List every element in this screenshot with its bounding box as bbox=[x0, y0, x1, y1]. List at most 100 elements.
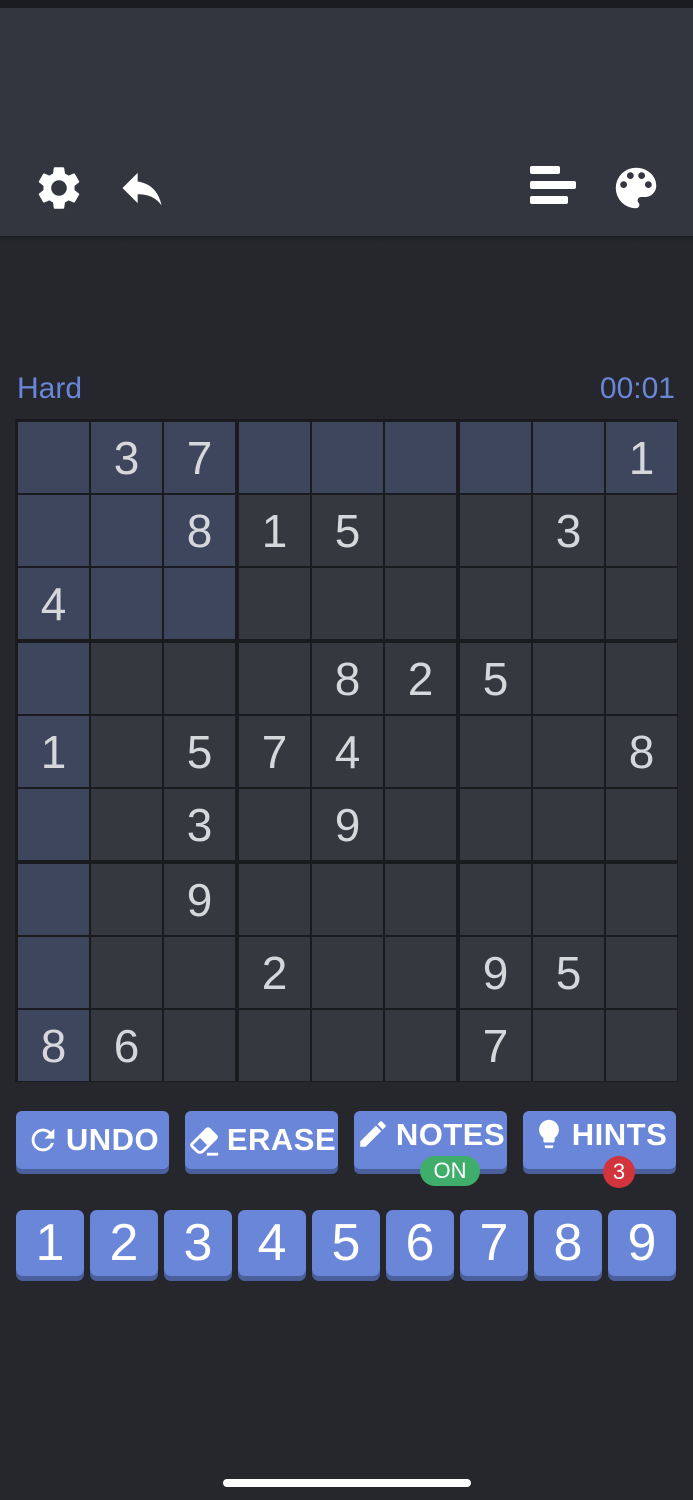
sudoku-cell[interactable] bbox=[18, 495, 89, 566]
sudoku-cell[interactable] bbox=[385, 422, 456, 493]
number-button-8[interactable]: 8 bbox=[534, 1210, 602, 1276]
sudoku-cell[interactable] bbox=[606, 568, 677, 639]
sudoku-cell[interactable] bbox=[164, 643, 235, 714]
sudoku-cell[interactable] bbox=[385, 789, 456, 860]
sudoku-cell[interactable] bbox=[606, 495, 677, 566]
undo-label: UNDO bbox=[65, 1122, 160, 1157]
sudoku-cell[interactable] bbox=[533, 422, 604, 493]
sudoku-cell[interactable] bbox=[385, 864, 456, 935]
sudoku-cell[interactable] bbox=[91, 495, 162, 566]
sudoku-cell[interactable] bbox=[385, 716, 456, 787]
sudoku-cell[interactable] bbox=[18, 864, 89, 935]
sudoku-cell[interactable] bbox=[91, 568, 162, 639]
sudoku-cell[interactable] bbox=[460, 864, 531, 935]
sudoku-cell[interactable]: 8 bbox=[312, 643, 383, 714]
sudoku-cell[interactable] bbox=[18, 643, 89, 714]
sudoku-cell[interactable] bbox=[385, 1010, 456, 1081]
sudoku-cell[interactable]: 3 bbox=[164, 789, 235, 860]
sudoku-cell[interactable]: 5 bbox=[164, 716, 235, 787]
timer: 00:01 bbox=[599, 372, 675, 405]
number-button-4[interactable]: 4 bbox=[238, 1210, 306, 1276]
sudoku-cell[interactable] bbox=[312, 937, 383, 1008]
sudoku-cell[interactable] bbox=[18, 937, 89, 1008]
sudoku-cell[interactable] bbox=[164, 937, 235, 1008]
number-button-5[interactable]: 5 bbox=[312, 1210, 380, 1276]
sudoku-cell[interactable]: 3 bbox=[91, 422, 162, 493]
sudoku-cell[interactable]: 5 bbox=[533, 937, 604, 1008]
sudoku-cell[interactable] bbox=[606, 937, 677, 1008]
sudoku-cell[interactable] bbox=[239, 864, 310, 935]
number-button-7[interactable]: 7 bbox=[460, 1210, 528, 1276]
sudoku-cell[interactable] bbox=[385, 568, 456, 639]
sudoku-cell[interactable] bbox=[460, 422, 531, 493]
number-button-1[interactable]: 1 bbox=[16, 1210, 84, 1276]
hints-label: HINTS bbox=[571, 1117, 668, 1152]
sudoku-cell[interactable]: 4 bbox=[312, 716, 383, 787]
sudoku-cell[interactable]: 9 bbox=[460, 937, 531, 1008]
sudoku-cell[interactable] bbox=[18, 422, 89, 493]
sudoku-cell[interactable]: 1 bbox=[239, 495, 310, 566]
sudoku-cell[interactable] bbox=[18, 789, 89, 860]
sudoku-cell[interactable] bbox=[533, 716, 604, 787]
sudoku-cell[interactable]: 3 bbox=[533, 495, 604, 566]
sudoku-cell[interactable] bbox=[239, 1010, 310, 1081]
sudoku-cell[interactable]: 9 bbox=[164, 864, 235, 935]
sudoku-cell[interactable]: 8 bbox=[18, 1010, 89, 1081]
sudoku-cell[interactable]: 8 bbox=[606, 716, 677, 787]
sudoku-cell[interactable] bbox=[533, 864, 604, 935]
sudoku-cell[interactable] bbox=[385, 495, 456, 566]
sudoku-cell[interactable]: 6 bbox=[91, 1010, 162, 1081]
sudoku-cell[interactable] bbox=[312, 422, 383, 493]
sudoku-cell[interactable] bbox=[606, 1010, 677, 1081]
gear-icon[interactable] bbox=[29, 158, 89, 218]
sudoku-cell[interactable] bbox=[239, 568, 310, 639]
sudoku-cell[interactable] bbox=[312, 568, 383, 639]
number-button-9[interactable]: 9 bbox=[608, 1210, 676, 1276]
sudoku-cell[interactable] bbox=[91, 643, 162, 714]
sudoku-cell[interactable] bbox=[460, 568, 531, 639]
sudoku-cell[interactable] bbox=[91, 716, 162, 787]
sudoku-cell[interactable] bbox=[239, 789, 310, 860]
sudoku-cell[interactable] bbox=[533, 568, 604, 639]
hints-button[interactable]: HINTS bbox=[523, 1111, 676, 1169]
stats-icon[interactable] bbox=[522, 158, 582, 218]
erase-button[interactable]: ERASE bbox=[185, 1111, 338, 1169]
sudoku-cell[interactable] bbox=[606, 789, 677, 860]
sudoku-cell[interactable]: 5 bbox=[312, 495, 383, 566]
sudoku-cell[interactable] bbox=[164, 568, 235, 639]
sudoku-cell[interactable] bbox=[239, 422, 310, 493]
sudoku-cell[interactable] bbox=[91, 937, 162, 1008]
sudoku-cell[interactable] bbox=[533, 643, 604, 714]
sudoku-cell[interactable]: 5 bbox=[460, 643, 531, 714]
undo-button[interactable]: UNDO bbox=[16, 1111, 169, 1169]
sudoku-cell[interactable]: 7 bbox=[164, 422, 235, 493]
sudoku-cell[interactable] bbox=[606, 864, 677, 935]
palette-icon[interactable] bbox=[606, 158, 666, 218]
number-button-3[interactable]: 3 bbox=[164, 1210, 232, 1276]
sudoku-cell[interactable] bbox=[460, 789, 531, 860]
sudoku-cell[interactable] bbox=[460, 495, 531, 566]
sudoku-cell[interactable] bbox=[533, 1010, 604, 1081]
number-button-2[interactable]: 2 bbox=[90, 1210, 158, 1276]
sudoku-cell[interactable] bbox=[606, 643, 677, 714]
sudoku-cell[interactable] bbox=[91, 864, 162, 935]
sudoku-cell[interactable]: 4 bbox=[18, 568, 89, 639]
sudoku-cell[interactable]: 9 bbox=[312, 789, 383, 860]
sudoku-cell[interactable] bbox=[239, 643, 310, 714]
sudoku-cell[interactable]: 1 bbox=[18, 716, 89, 787]
sudoku-cell[interactable]: 7 bbox=[239, 716, 310, 787]
sudoku-cell[interactable]: 2 bbox=[385, 643, 456, 714]
sudoku-cell[interactable] bbox=[164, 1010, 235, 1081]
sudoku-cell[interactable] bbox=[460, 716, 531, 787]
undo-arrow-icon[interactable] bbox=[112, 158, 172, 218]
sudoku-cell[interactable]: 2 bbox=[239, 937, 310, 1008]
sudoku-cell[interactable]: 8 bbox=[164, 495, 235, 566]
sudoku-cell[interactable] bbox=[533, 789, 604, 860]
sudoku-cell[interactable]: 7 bbox=[460, 1010, 531, 1081]
sudoku-cell[interactable] bbox=[91, 789, 162, 860]
sudoku-cell[interactable]: 1 bbox=[606, 422, 677, 493]
sudoku-cell[interactable] bbox=[385, 937, 456, 1008]
sudoku-cell[interactable] bbox=[312, 1010, 383, 1081]
sudoku-cell[interactable] bbox=[312, 864, 383, 935]
number-button-6[interactable]: 6 bbox=[386, 1210, 454, 1276]
